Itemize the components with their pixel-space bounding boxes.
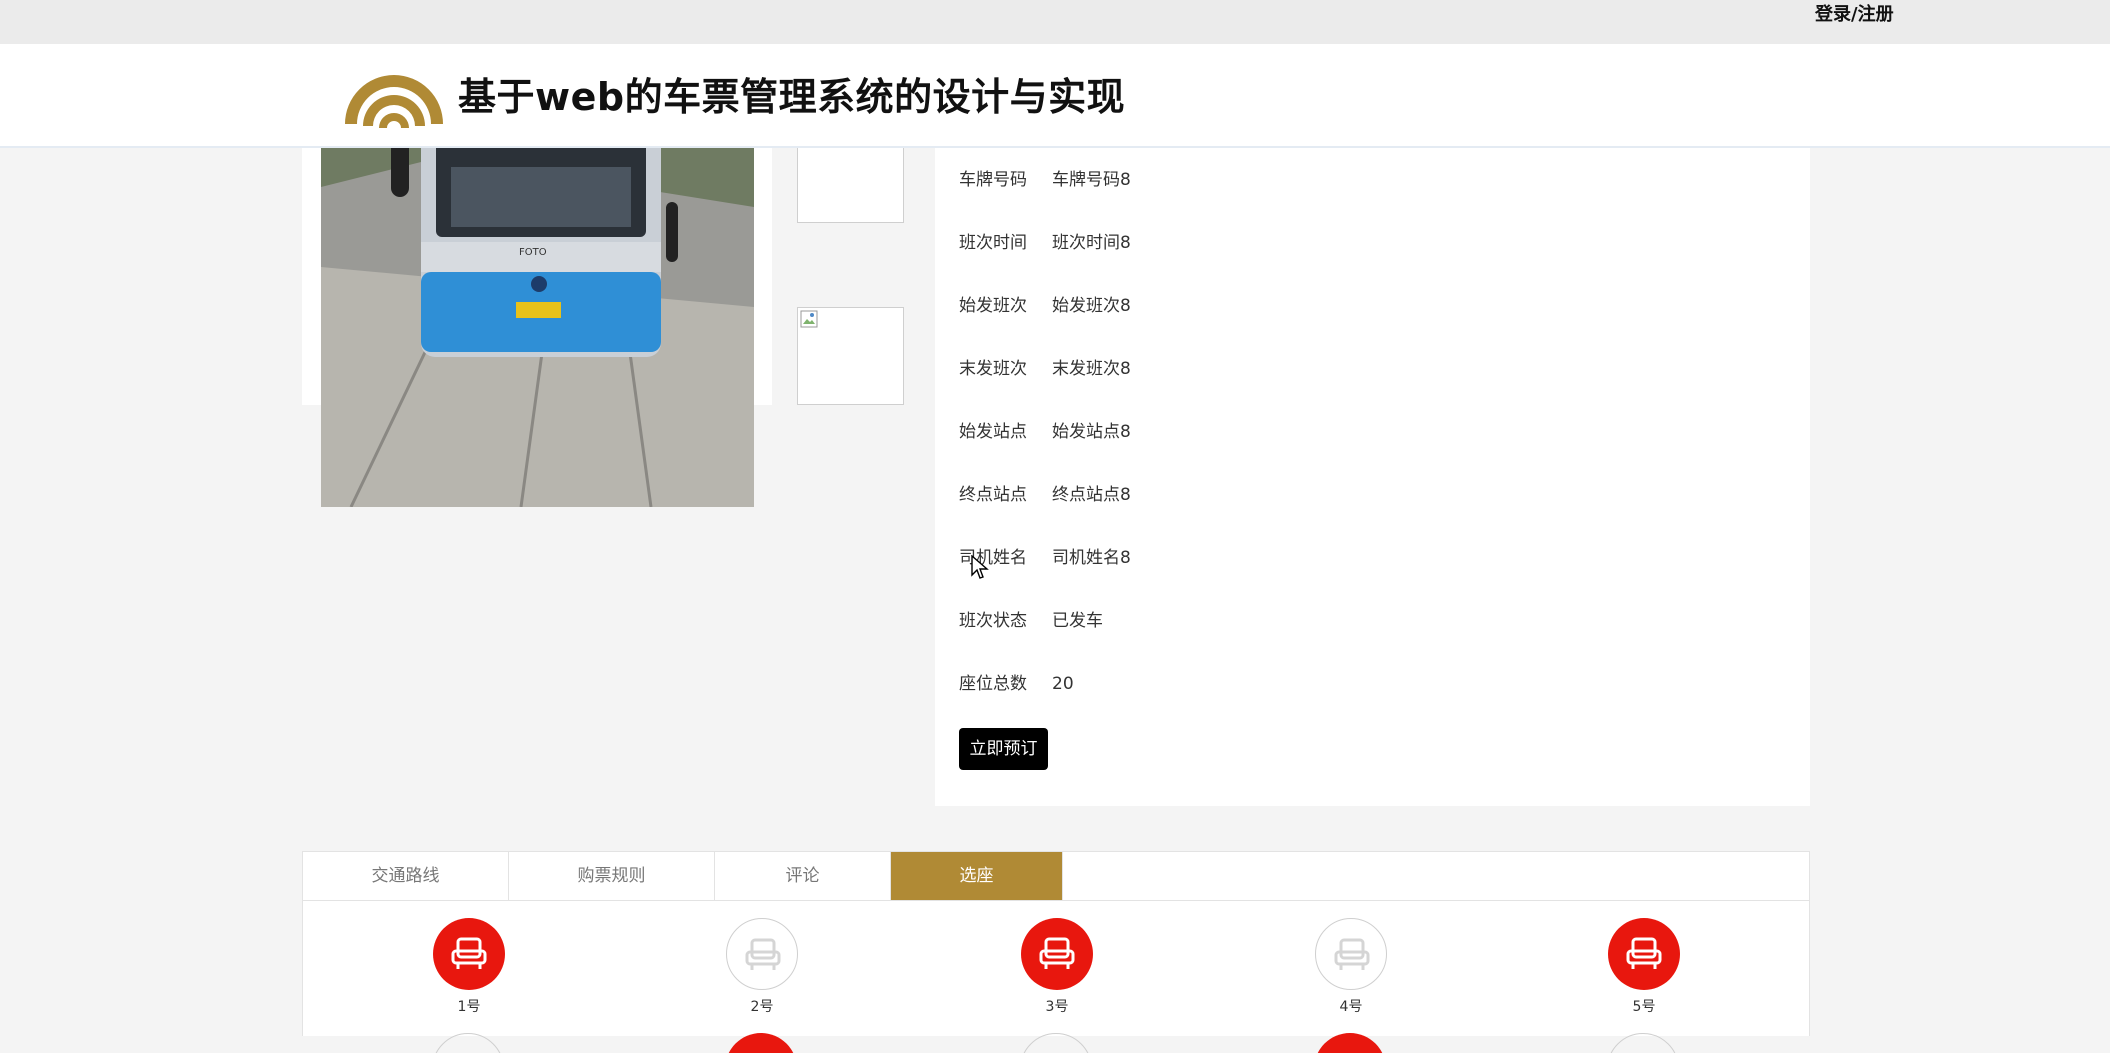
seat-row-2-partial: [1314, 1033, 1386, 1053]
seat-circle: [1608, 918, 1680, 990]
main-image-frame: FOTO: [302, 120, 772, 507]
detail-label: 始发班次: [959, 296, 1027, 316]
seat-circle: [1315, 918, 1387, 990]
tab-ticket-rules[interactable]: 购票规则: [509, 852, 715, 900]
tab-route[interactable]: 交通路线: [303, 852, 509, 900]
site-header: 基于web的车票管理系统的设计与实现: [0, 44, 2110, 148]
seat-label: 2号: [750, 999, 774, 1015]
seat-label: 4号: [1339, 999, 1363, 1015]
detail-value: 车牌号码8: [1052, 170, 1131, 190]
detail-label: 始发站点: [959, 422, 1027, 442]
seat-circle: [1021, 918, 1093, 990]
seat-5[interactable]: 5号: [1607, 918, 1681, 1016]
top-bar: 登录/注册: [0, 0, 2110, 44]
detail-value: 司机姓名8: [1052, 548, 1131, 568]
seat-label: 5号: [1632, 999, 1656, 1015]
seat-row-2-partial: [1020, 1033, 1092, 1053]
seat-icon: [1039, 937, 1075, 969]
seat-3[interactable]: 3号: [1020, 918, 1094, 1016]
detail-row-destination: 终点站点 终点站点8: [959, 484, 1131, 506]
detail-row-last-run: 末发班次 末发班次8: [959, 358, 1131, 380]
seat-circle: [726, 918, 798, 990]
book-now-button[interactable]: 立即预订: [959, 728, 1048, 770]
detail-value: 班次时间8: [1052, 233, 1131, 253]
site-title: 基于web的车票管理系统的设计与实现: [458, 75, 1126, 119]
mouse-cursor-icon: [971, 555, 989, 579]
detail-label: 座位总数: [959, 674, 1027, 694]
detail-row-status: 班次状态 已发车: [959, 610, 1103, 632]
tab-bar: 交通路线 购票规则 评论 选座: [303, 852, 1809, 901]
seat-label: 1号: [457, 999, 481, 1015]
detail-row-origin: 始发站点 始发站点8: [959, 421, 1131, 443]
detail-value: 20: [1052, 674, 1074, 694]
detail-value: 末发班次8: [1052, 359, 1131, 379]
seat-1[interactable]: 1号: [432, 918, 506, 1016]
detail-label: 终点站点: [959, 485, 1027, 505]
detail-label: 班次时间: [959, 233, 1027, 253]
tabs-section: 交通路线 购票规则 评论 选座 1号 2号 3号 4号 5号: [302, 851, 1810, 1053]
broken-image-icon: [800, 310, 818, 328]
seat-icon: [745, 938, 781, 970]
seat-2[interactable]: 2号: [725, 918, 799, 1016]
schedule-detail-panel: 车牌号码 车牌号码8 班次时间 班次时间8 始发班次 始发班次8 末发班次 末发班次8 …: [935, 140, 1810, 806]
detail-value: 已发车: [1052, 611, 1103, 631]
tab-seat-select[interactable]: 选座: [891, 852, 1063, 900]
tab-comments[interactable]: 评论: [715, 852, 891, 900]
detail-row-first-run: 始发班次 始发班次8: [959, 295, 1131, 317]
seat-icon: [1334, 938, 1370, 970]
detail-label: 班次状态: [959, 611, 1027, 631]
detail-row-plate: 车牌号码 车牌号码8: [959, 169, 1131, 191]
detail-value: 始发班次8: [1052, 296, 1131, 316]
seat-icon: [451, 937, 487, 969]
seat-circle: [433, 918, 505, 990]
logo-icon: [345, 75, 443, 128]
seat-4[interactable]: 4号: [1314, 918, 1388, 1016]
detail-row-time: 班次时间 班次时间8: [959, 232, 1131, 254]
seat-row-2-partial: [432, 1033, 504, 1053]
detail-value: 终点站点8: [1052, 485, 1131, 505]
thumbnail-2[interactable]: [797, 307, 904, 405]
seat-row-2-partial: [1607, 1033, 1679, 1053]
detail-value: 始发站点8: [1052, 422, 1131, 442]
bus-illustration: FOTO: [321, 147, 754, 507]
bus-photo: FOTO: [321, 147, 754, 507]
login-register-link[interactable]: 登录/注册: [1815, 3, 1894, 27]
svg-text:FOTO: FOTO: [519, 247, 547, 258]
detail-label: 末发班次: [959, 359, 1027, 379]
detail-label: 车牌号码: [959, 170, 1027, 190]
seat-label: 3号: [1045, 999, 1069, 1015]
seat-icon: [1626, 937, 1662, 969]
seat-row-2-partial: [725, 1033, 797, 1053]
detail-row-seat-total: 座位总数 20: [959, 673, 1074, 695]
